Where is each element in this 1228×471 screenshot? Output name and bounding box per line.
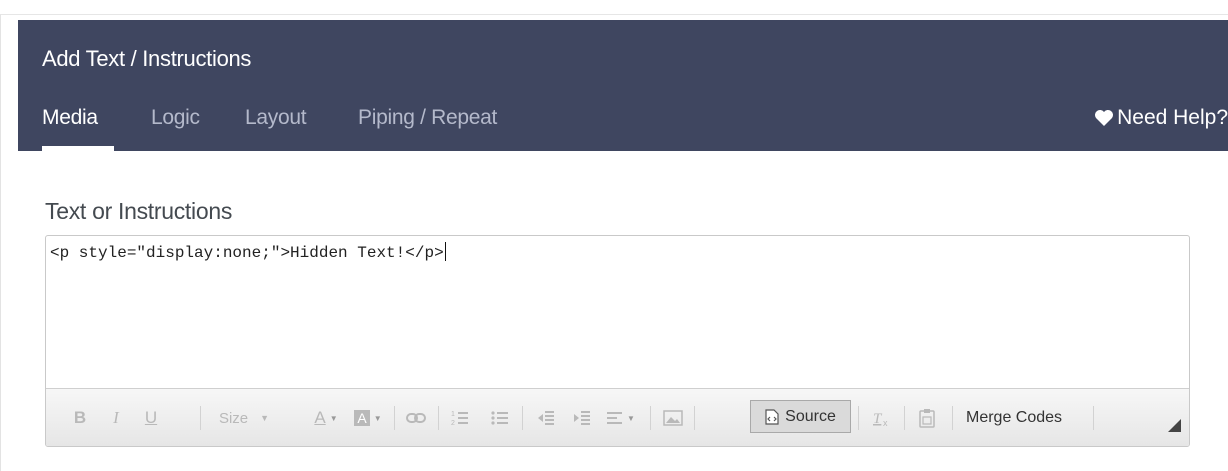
align-dropdown[interactable]: ▼ <box>602 403 640 433</box>
paste-text-button[interactable] <box>912 403 942 433</box>
insert-image-button[interactable] <box>658 403 688 433</box>
link-icon <box>406 413 426 423</box>
remove-format-icon: T x <box>873 411 888 427</box>
dialog-header: Add Text / Instructions Media Logic Layo… <box>18 20 1228 151</box>
svg-text:1: 1 <box>451 411 455 418</box>
text-color-label: A <box>314 408 326 427</box>
toolbar-separator <box>952 406 953 430</box>
toolbar-separator <box>858 406 859 430</box>
underline-button[interactable]: U <box>139 403 163 433</box>
editor-toolbar: B I U Size ▼ A ▼ A ▼ 1 2 ▼ Source T x Me… <box>46 388 1189 446</box>
svg-text:2: 2 <box>451 420 455 427</box>
bg-color-label: A <box>354 410 370 426</box>
source-button[interactable]: Source <box>750 400 851 433</box>
tab-layout[interactable]: Layout <box>245 106 307 130</box>
chevron-down-icon: ▼ <box>329 413 338 423</box>
image-icon <box>663 410 683 426</box>
svg-text:x: x <box>883 418 888 427</box>
text-color-button[interactable]: A ▼ <box>308 403 344 433</box>
text-caret <box>444 242 446 261</box>
source-label: Source <box>785 407 836 425</box>
need-help-label: Need Help? <box>1117 106 1228 129</box>
font-size-label: Size <box>218 409 249 427</box>
source-textarea[interactable]: <p style="display:none;">Hidden Text!</p… <box>46 236 1189 388</box>
svg-text:T: T <box>873 411 883 427</box>
source-code-icon <box>765 408 779 425</box>
merge-codes-button[interactable]: Merge Codes <box>966 403 1062 433</box>
toolbar-separator <box>650 406 651 430</box>
link-button[interactable] <box>402 403 430 433</box>
background-color-button[interactable]: A ▼ <box>350 403 386 433</box>
indent-icon <box>574 411 590 425</box>
resize-handle[interactable] <box>1168 419 1181 432</box>
numbered-list-icon: 1 2 <box>451 411 468 427</box>
toolbar-separator <box>522 406 523 430</box>
numbered-list-button[interactable]: 1 2 <box>446 403 474 433</box>
heart-icon <box>1095 110 1114 126</box>
tab-media[interactable]: Media <box>42 106 98 130</box>
need-help-link[interactable]: Need Help? <box>1094 106 1228 130</box>
rich-text-editor: <p style="display:none;">Hidden Text!</p… <box>45 235 1190 447</box>
remove-format-button[interactable]: T x <box>866 403 896 433</box>
bold-button[interactable]: B <box>68 403 92 433</box>
toolbar-separator <box>694 406 695 430</box>
chevron-down-icon: ▼ <box>260 413 270 423</box>
bulleted-list-button[interactable] <box>486 403 514 433</box>
tab-logic[interactable]: Logic <box>151 106 200 130</box>
dialog-title: Add Text / Instructions <box>42 46 252 71</box>
bulleted-list-icon <box>491 411 508 425</box>
toolbar-separator <box>200 406 201 430</box>
toolbar-separator <box>438 406 439 430</box>
font-size-dropdown[interactable]: Size ▼ <box>214 403 274 433</box>
field-label: Text or Instructions <box>45 198 233 224</box>
toolbar-separator <box>904 406 905 430</box>
tab-piping-repeat[interactable]: Piping / Repeat <box>358 106 497 130</box>
source-text: <p style="display:none;">Hidden Text!</p… <box>50 244 444 262</box>
chevron-down-icon: ▼ <box>373 413 382 423</box>
active-tab-indicator <box>42 146 114 151</box>
clipboard-icon <box>919 409 935 428</box>
decrease-indent-button[interactable] <box>532 403 560 433</box>
toolbar-separator <box>1093 406 1094 430</box>
increase-indent-button[interactable] <box>568 403 596 433</box>
chevron-down-icon: ▼ <box>627 413 635 423</box>
align-left-icon <box>607 412 623 424</box>
outdent-icon <box>538 411 554 425</box>
italic-button[interactable]: I <box>104 403 128 433</box>
toolbar-separator <box>394 406 395 430</box>
